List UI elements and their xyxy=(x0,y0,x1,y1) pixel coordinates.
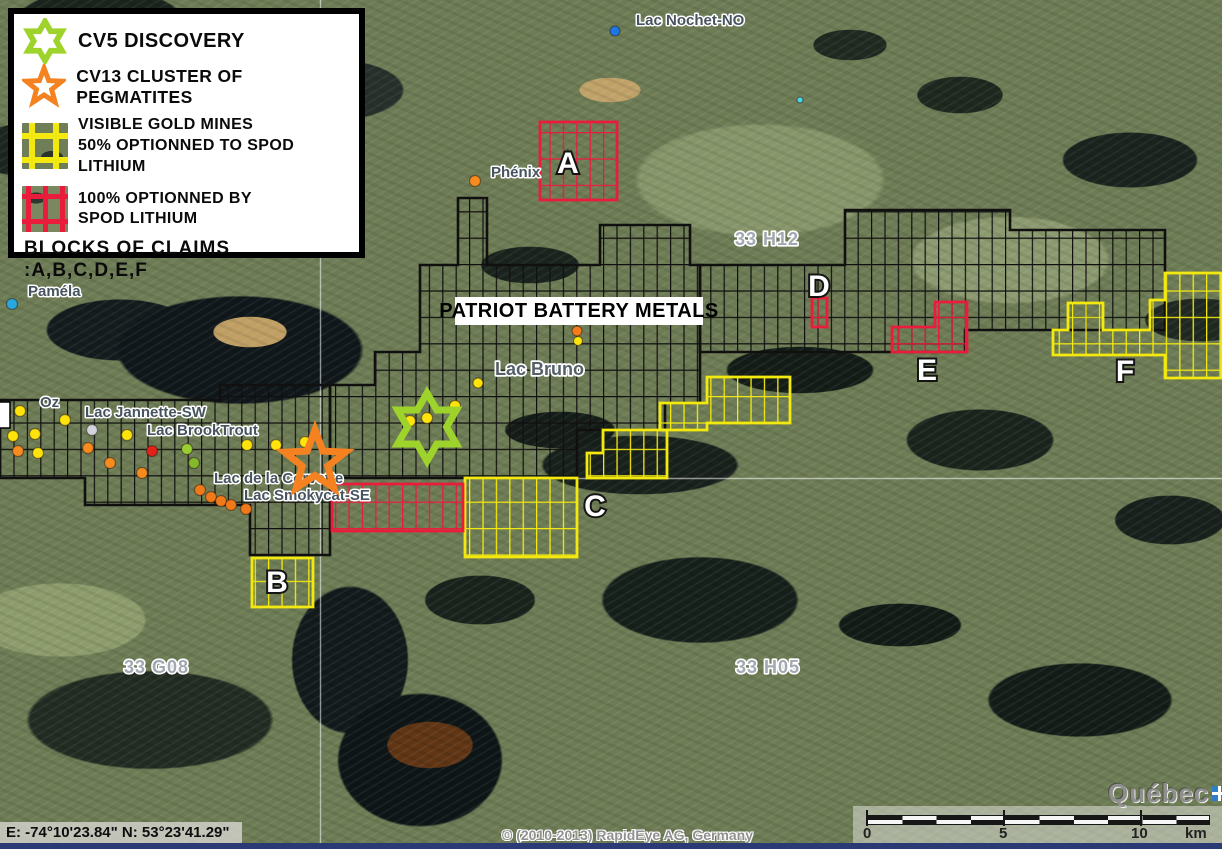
scale-label-10: 10 xyxy=(1131,825,1148,842)
mine-dot xyxy=(610,26,620,36)
mine-dot xyxy=(7,299,18,310)
bottom-border-strip xyxy=(0,843,1222,849)
mine-dot xyxy=(33,448,44,459)
legend-label-gold-1: VISIBLE GOLD MINES xyxy=(78,115,353,136)
block-letter-D: D xyxy=(808,270,830,303)
place-label: Phénix xyxy=(491,164,541,181)
place-label: 33 H05 xyxy=(736,657,800,677)
scale-label-5: 5 xyxy=(999,825,1007,842)
place-label: Paméla xyxy=(28,283,81,300)
mine-dot xyxy=(241,504,252,515)
place-label: Oz xyxy=(40,394,59,411)
mine-dot xyxy=(189,458,200,469)
legend-item-optioned: 100% OPTIONNED BY SPOD LITHIUM xyxy=(22,186,353,232)
mine-dot xyxy=(797,97,803,103)
legend-label-gold-2: 50% OPTIONNED TO SPOD LITHIUM xyxy=(78,136,353,178)
imagery-attribution: © (2010-2013) RapidEye AG, Germany xyxy=(502,827,753,843)
map-viewport[interactable]: Lac Nochet-NO Phénix Paméla Oz Lac Jannette-… xyxy=(0,0,1222,849)
block-letter-C: C xyxy=(584,490,606,523)
mine-dot xyxy=(105,458,116,469)
red-grid-icon xyxy=(22,186,68,232)
mine-dot xyxy=(137,468,148,479)
coordinate-readout: E: -74°10'23.84" N: 53°23'41.29" xyxy=(0,822,242,843)
mine-dot xyxy=(195,485,206,496)
scale-label-0: 0 xyxy=(863,825,871,842)
mine-dot xyxy=(147,446,158,457)
mine-dot xyxy=(206,492,217,503)
mine-dot xyxy=(8,431,19,442)
place-label: Lac Smokycat-SE xyxy=(244,487,370,504)
legend-label-optioned-1: 100% OPTIONNED BY xyxy=(78,189,252,210)
yellow-block-C1 xyxy=(465,478,577,557)
scale-unit: km xyxy=(1185,825,1207,842)
property-owner-label: PATRIOT BATTERY METALS xyxy=(455,297,703,325)
place-label: Lac BrookTrout xyxy=(147,422,258,439)
place-label: Lac Nochet-NO xyxy=(636,12,745,29)
legend: CV5 DISCOVERY CV13 CLUSTER OF PEGMATITES… xyxy=(8,8,365,258)
mine-dot xyxy=(470,176,481,187)
place-label: 33 G08 xyxy=(124,657,189,677)
mine-dot xyxy=(572,326,582,336)
scale-bar: 0 5 10 km xyxy=(853,806,1222,843)
mine-dot xyxy=(60,415,71,426)
mine-dot xyxy=(574,337,583,346)
yellow-block-C2 xyxy=(587,430,667,478)
block-letter-E: E xyxy=(917,354,937,387)
mine-dot xyxy=(13,446,24,457)
place-label: Lac Bruno xyxy=(495,359,584,379)
block-letter-A: A xyxy=(557,147,579,180)
orange-star-icon xyxy=(22,64,66,110)
place-label: 33 H12 xyxy=(735,229,799,249)
block-letter-B: B xyxy=(266,566,288,599)
quebec-logo-text: Québec xyxy=(1108,778,1209,809)
mine-dot xyxy=(83,443,94,454)
legend-item-cv13: CV13 CLUSTER OF PEGMATITES xyxy=(22,64,353,110)
mine-dot xyxy=(15,406,26,417)
legend-label-cv13: CV13 CLUSTER OF PEGMATITES xyxy=(76,66,353,108)
mine-dot xyxy=(473,378,483,388)
yellow-grid-icon xyxy=(22,123,68,169)
quebec-logo: Québec xyxy=(1108,778,1222,809)
mine-dot xyxy=(122,430,133,441)
scale-ruler xyxy=(867,815,1210,825)
mine-dot xyxy=(182,444,193,455)
legend-item-gold-mines: VISIBLE GOLD MINES 50% OPTIONNED TO SPOD… xyxy=(22,115,353,177)
block-letter-F: F xyxy=(1116,355,1134,388)
legend-label-optioned-2: SPOD LITHIUM xyxy=(78,209,252,230)
mine-dot xyxy=(242,440,253,451)
legend-blocks-note: BLOCKS OF CLAIMS :A,B,C,D,E,F xyxy=(24,238,353,282)
legend-item-cv5: CV5 DISCOVERY xyxy=(22,18,353,64)
mine-dot xyxy=(30,429,41,440)
legend-label-cv5: CV5 DISCOVERY xyxy=(78,30,245,53)
mine-dot xyxy=(226,500,237,511)
clipped-label-box xyxy=(0,402,10,428)
quebec-flag-icon xyxy=(1212,786,1222,801)
place-label: Lac Jannette-SW xyxy=(85,404,207,421)
mine-dot xyxy=(216,496,227,507)
mine-dot xyxy=(422,413,433,424)
green-star-icon xyxy=(22,18,68,64)
mine-dot xyxy=(87,425,98,436)
